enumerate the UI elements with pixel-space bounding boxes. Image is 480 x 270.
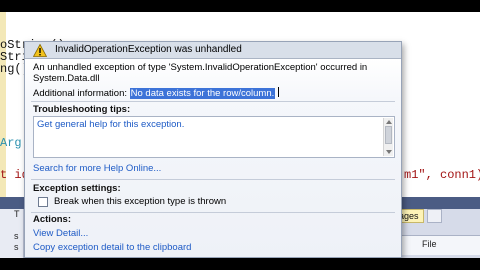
code-sql-fragment: m1", conn1); [404, 168, 480, 182]
exception-description: An unhandled exception of type 'System.I… [33, 62, 368, 84]
scroll-down-arrow-icon[interactable] [386, 150, 392, 154]
panel-left-item[interactable]: T [0, 209, 23, 220]
popup-title: InvalidOperationException was unhandled [55, 44, 242, 55]
panel-left-item[interactable]: s [0, 231, 23, 242]
panel-left-item[interactable]: s [0, 242, 23, 253]
panel-left-list: T s s [0, 209, 24, 258]
section-divider [31, 212, 395, 213]
text-cursor [278, 87, 280, 97]
troubleshooting-tips-box: Get general help for this exception. [33, 116, 395, 158]
view-detail-link[interactable]: View Detail... [33, 228, 88, 239]
letterbox-bottom [0, 258, 480, 270]
additional-info-label: Additional information: [33, 88, 127, 99]
scroll-thumb[interactable] [385, 126, 392, 144]
exception-assistant-popup: InvalidOperationException was unhandled … [24, 41, 402, 258]
section-divider [31, 101, 395, 102]
popup-body: An unhandled exception of type 'System.I… [25, 59, 401, 257]
warning-icon [33, 44, 47, 57]
actions-label: Actions: [33, 214, 71, 225]
general-help-link[interactable]: Get general help for this exception. [37, 119, 184, 130]
additional-information: Additional information: No data exists f… [33, 87, 280, 99]
tips-scrollbar[interactable] [383, 118, 393, 156]
break-on-exception-label[interactable]: Break when this exception type is thrown [54, 196, 226, 207]
break-on-exception-checkbox[interactable] [38, 197, 48, 207]
copy-exception-detail-link[interactable]: Copy exception detail to the clipboard [33, 242, 191, 253]
scroll-up-arrow-icon[interactable] [386, 120, 392, 124]
search-help-online-link[interactable]: Search for more Help Online... [33, 163, 161, 174]
exception-settings-label: Exception settings: [33, 183, 121, 194]
section-divider [31, 179, 395, 180]
letterbox-top [0, 0, 480, 12]
tab-filter[interactable] [426, 209, 442, 223]
code-sql-fragment-text: m1", conn1); [404, 168, 480, 182]
panel-left-item[interactable] [0, 220, 23, 231]
popup-title-bar[interactable]: InvalidOperationException was unhandled [25, 42, 401, 59]
additional-info-value[interactable]: No data exists for the row/column. [129, 88, 276, 99]
code-line-4: Arg [0, 136, 22, 150]
troubleshooting-tips-label: Troubleshooting tips: [33, 104, 131, 115]
